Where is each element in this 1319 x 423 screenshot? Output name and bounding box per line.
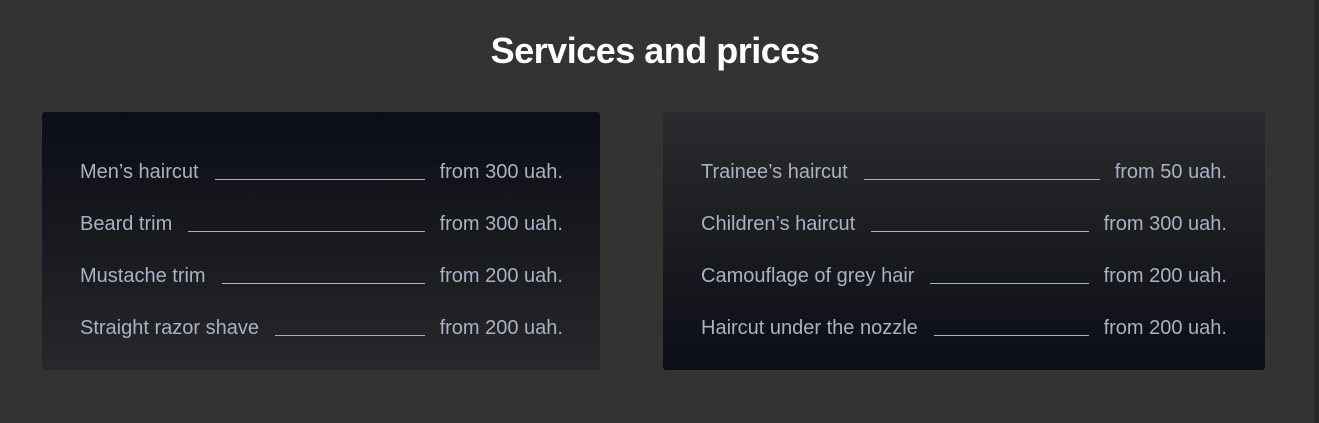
service-price: from 50 uah.: [1114, 160, 1227, 183]
service-name: Beard trim: [80, 212, 173, 235]
price-list-card-right: Trainee’s haircut from 50 uah. Children’…: [663, 112, 1265, 370]
scrollbar-edge[interactable]: [1314, 0, 1319, 423]
price-row: Haircut under the nozzle from 200 uah.: [701, 302, 1227, 354]
service-name: Children’s haircut: [701, 212, 856, 235]
service-name: Haircut under the nozzle: [701, 316, 918, 339]
leader-line: [274, 334, 425, 336]
price-row: Mustache trim from 200 uah.: [80, 250, 563, 302]
leader-line: [221, 282, 425, 284]
price-row: Straight razor shave from 200 uah.: [80, 302, 563, 354]
service-name: Mustache trim: [80, 264, 206, 287]
price-row: Beard trim from 300 uah.: [80, 198, 563, 250]
leader-line: [863, 178, 1100, 180]
leader-line: [214, 178, 425, 180]
section-title: Services and prices: [490, 30, 820, 71]
service-price: from 200 uah.: [439, 316, 563, 339]
price-row: Men’s haircut from 300 uah.: [80, 146, 563, 198]
price-row: Trainee’s haircut from 50 uah.: [701, 146, 1227, 198]
leader-line: [188, 230, 425, 232]
service-name: Trainee’s haircut: [701, 160, 848, 183]
price-list-card-left: Men’s haircut from 300 uah. Beard trim f…: [42, 112, 600, 370]
price-row: Camouflage of grey hair from 200 uah.: [701, 250, 1227, 302]
price-row: Children’s haircut from 300 uah.: [701, 198, 1227, 250]
service-name: Straight razor shave: [80, 316, 259, 339]
leader-line: [930, 282, 1089, 284]
service-price: from 300 uah.: [439, 160, 563, 183]
service-name: Men’s haircut: [80, 160, 199, 183]
service-name: Camouflage of grey hair: [701, 264, 915, 287]
service-price: from 200 uah.: [1103, 264, 1227, 287]
service-price: from 300 uah.: [1103, 212, 1227, 235]
leader-line: [933, 334, 1089, 336]
leader-line: [871, 230, 1089, 232]
service-price: from 200 uah.: [1103, 316, 1227, 339]
service-price: from 300 uah.: [439, 212, 563, 235]
service-price: from 200 uah.: [439, 264, 563, 287]
